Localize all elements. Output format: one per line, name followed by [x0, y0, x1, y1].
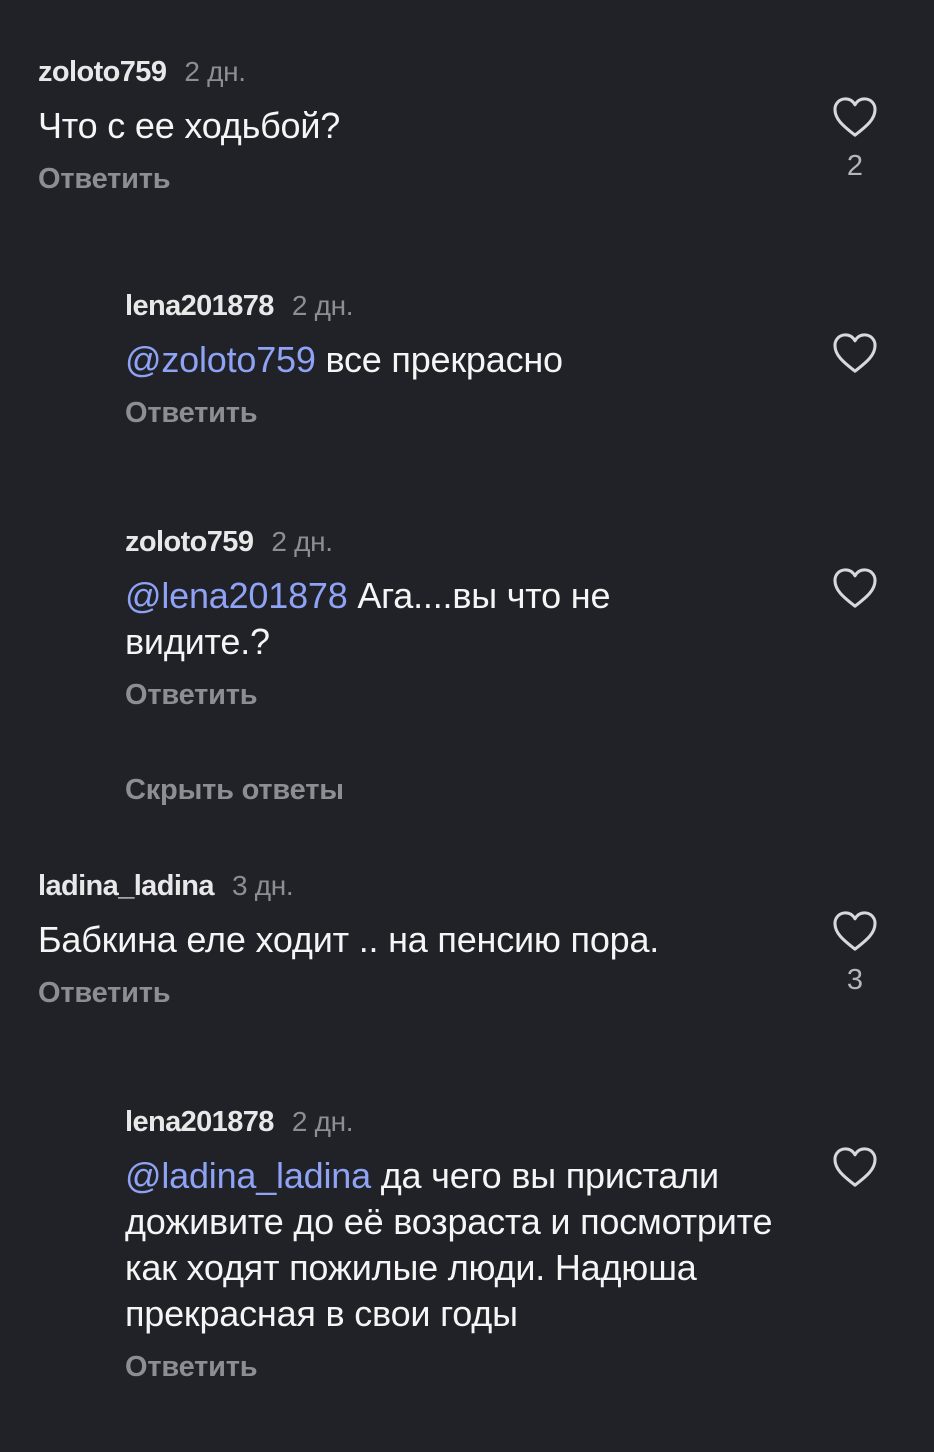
comment-time: 2 дн.	[291, 1106, 354, 1137]
comment-mention[interactable]: @lena201878	[125, 575, 348, 616]
like-button[interactable]	[830, 567, 880, 621]
reply-comment: lena201878 2 дн. @ladina_ladina да чего …	[125, 1106, 805, 1384]
reply-button[interactable]: Ответить	[38, 163, 798, 196]
comment-time: 3 дн.	[231, 870, 294, 901]
comment: ladina_ladina 3 дн. Бабкина еле ходит ..…	[38, 870, 798, 1010]
comment-meta: zoloto759 2 дн.	[38, 56, 798, 89]
heart-outline-icon	[833, 911, 877, 951]
comment-text: @zoloto759 все прекрасно	[125, 337, 805, 383]
heart-outline-icon	[833, 1147, 877, 1187]
comment-username[interactable]: lena201878	[125, 1106, 274, 1139]
like-count: 3	[846, 964, 864, 996]
like-button[interactable]: 3	[830, 910, 880, 997]
like-button[interactable]	[830, 332, 880, 386]
comment-time: 2 дн.	[271, 526, 333, 557]
comment-mention[interactable]: @zoloto759	[125, 339, 316, 380]
comment-body: Бабкина еле ходит .. на пенсию пора.	[38, 919, 660, 960]
reply-button[interactable]: Ответить	[125, 1351, 805, 1384]
comment-body: все прекрасно	[315, 339, 563, 380]
comment-username[interactable]: ladina_ladina	[38, 870, 215, 903]
comment-username[interactable]: lena201878	[125, 290, 274, 323]
comment-text: @ladina_ladina да чего вы пристали дожив…	[125, 1153, 805, 1337]
reply-button[interactable]: Ответить	[125, 397, 805, 430]
heart-outline-icon	[833, 568, 877, 608]
comment-meta: zoloto759 2 дн.	[125, 526, 725, 559]
comment-meta: lena201878 2 дн.	[125, 290, 805, 323]
like-button[interactable]	[830, 1146, 880, 1200]
comment-body: Что с ее ходьбой?	[38, 105, 341, 146]
like-count: 2	[846, 150, 864, 182]
comment-time: 2 дн.	[184, 56, 246, 87]
comment-username[interactable]: zoloto759	[125, 526, 254, 559]
comment-text: Что с ее ходьбой?	[38, 103, 798, 149]
reply-comment: zoloto759 2 дн. @lena201878 Ага....вы чт…	[125, 526, 725, 712]
comment-username[interactable]: zoloto759	[38, 56, 167, 89]
comment-time: 2 дн.	[291, 290, 354, 321]
heart-outline-icon	[833, 97, 877, 137]
comment-meta: ladina_ladina 3 дн.	[38, 870, 798, 903]
comment-mention[interactable]: @ladina_ladina	[125, 1155, 371, 1196]
heart-outline-icon	[833, 333, 877, 373]
reply-button[interactable]: Ответить	[125, 679, 725, 712]
comment-text: @lena201878 Ага....вы что не видите.?	[125, 573, 725, 665]
comment-meta: lena201878 2 дн.	[125, 1106, 805, 1139]
reply-button[interactable]: Ответить	[38, 977, 798, 1010]
like-button[interactable]: 2	[830, 96, 880, 183]
hide-replies-button[interactable]: Скрыть ответы	[125, 774, 344, 807]
comment: zoloto759 2 дн. Что с ее ходьбой? Ответи…	[38, 56, 798, 196]
comment-text: Бабкина еле ходит .. на пенсию пора.	[38, 917, 798, 963]
reply-comment: lena201878 2 дн. @zoloto759 все прекрасн…	[125, 290, 805, 430]
